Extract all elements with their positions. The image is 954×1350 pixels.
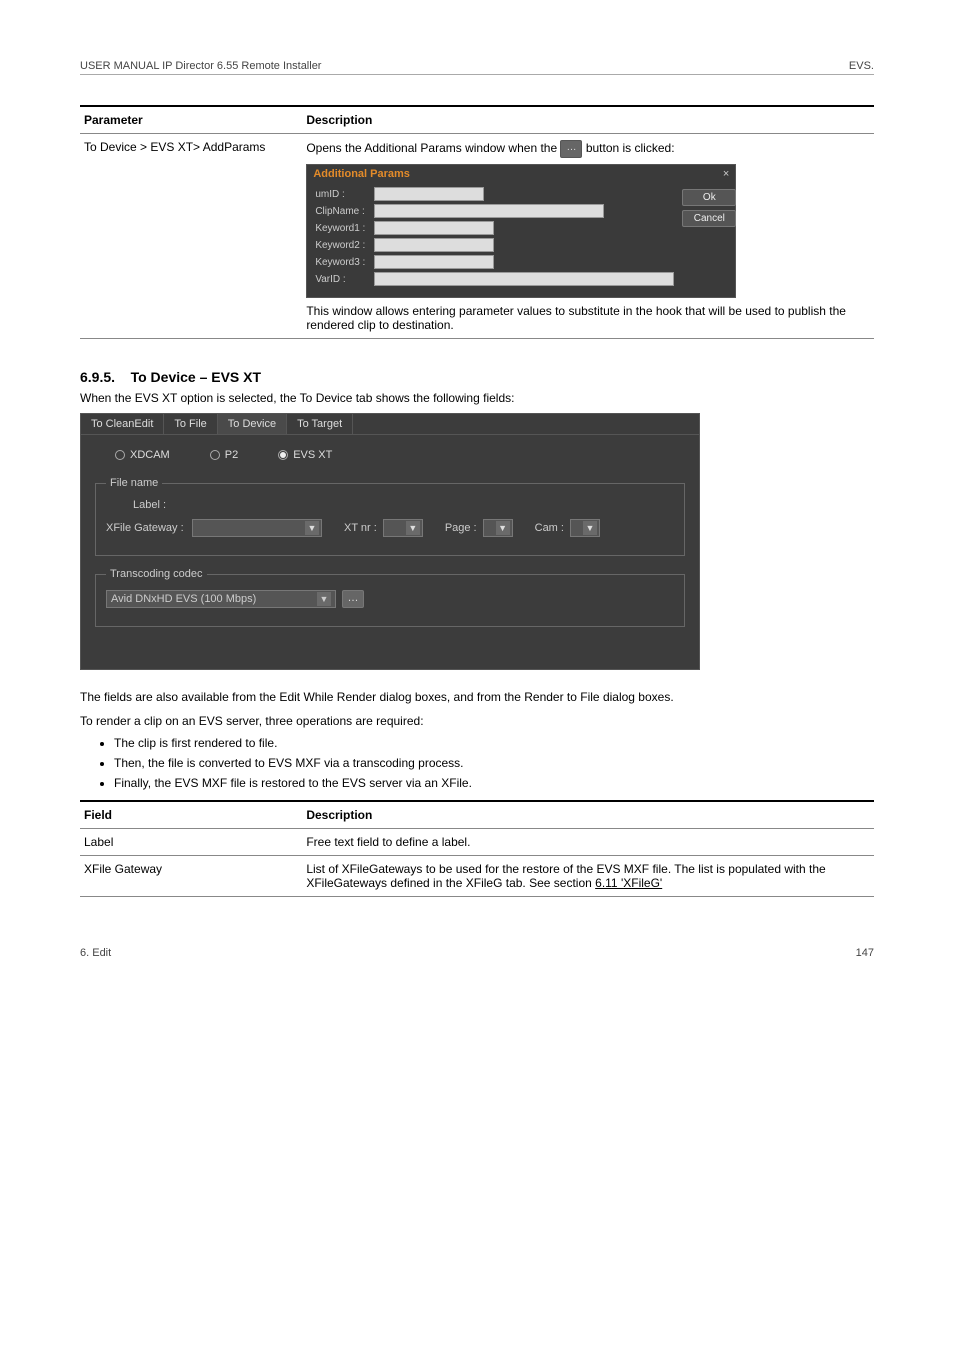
footer-right: 147 xyxy=(856,947,874,959)
tab-to-file[interactable]: To File xyxy=(164,414,217,434)
see-link[interactable]: 6.11 'XFileG' xyxy=(595,876,662,890)
chevron-down-icon: ▼ xyxy=(496,521,510,535)
page-label: Page : xyxy=(445,522,477,534)
chevron-down-icon: ▼ xyxy=(406,521,420,535)
filename-legend: File name xyxy=(106,477,162,489)
radio-evsxt-label: EVS XT xyxy=(293,449,332,461)
ok-button[interactable]: Ok xyxy=(682,189,736,206)
tab-to-target[interactable]: To Target xyxy=(287,414,353,434)
to-device-screenshot: To CleanEdit To File To Device To Target… xyxy=(80,413,700,670)
chevron-down-icon: ▼ xyxy=(583,521,597,535)
section-intro: When the EVS XT option is selected, the … xyxy=(80,391,874,405)
radio-xdcam-label: XDCAM xyxy=(130,449,170,461)
params-after-dialog-text: This window allows entering parameter va… xyxy=(306,304,870,332)
chevron-down-icon: ▼ xyxy=(317,592,331,606)
fields-row-xfile-desc: List of XFileGateways to be used for the… xyxy=(302,856,874,897)
codec-ellipsis-button[interactable]: … xyxy=(342,590,364,608)
params-row-desc: Opens the Additional Params window when … xyxy=(302,134,874,339)
codec-value: Avid DNxHD EVS (100 Mbps) xyxy=(111,593,311,605)
keyword2-input[interactable] xyxy=(374,238,494,252)
params-th-parameter: Parameter xyxy=(80,106,302,134)
tab-to-cleanedit[interactable]: To CleanEdit xyxy=(81,414,164,434)
xfile-dropdown[interactable]: ▼ xyxy=(192,519,322,537)
bullet-intro: To render a clip on an EVS server, three… xyxy=(80,714,874,728)
fields-xfile-desc-text: List of XFileGateways to be used for the… xyxy=(306,862,825,890)
params-row-param: To Device > EVS XT> AddParams xyxy=(80,134,302,339)
list-item: Then, the file is converted to EVS MXF v… xyxy=(114,756,874,770)
varid-input[interactable] xyxy=(374,272,674,286)
cancel-button[interactable]: Cancel xyxy=(682,210,736,227)
params-th-description: Description xyxy=(302,106,874,134)
list-item: The clip is first rendered to file. xyxy=(114,736,874,750)
keyword3-label: Keyword3 : xyxy=(315,257,370,268)
keyword1-label: Keyword1 : xyxy=(315,223,370,234)
header-left: USER MANUAL IP Director 6.55 Remote Inst… xyxy=(80,60,321,72)
xfile-label: XFile Gateway : xyxy=(106,522,186,534)
params-desc-before: Opens the Additional Params window when … xyxy=(306,141,560,155)
keyword2-label: Keyword2 : xyxy=(315,240,370,251)
section-number: 6.9.5. xyxy=(80,369,115,385)
after-shot-text: The fields are also available from the E… xyxy=(80,690,874,704)
varid-label: VarID : xyxy=(315,274,370,285)
additional-params-dialog: Additional Params × umID : ClipName : xyxy=(306,164,736,298)
umid-label: umID : xyxy=(315,189,370,200)
radio-p2[interactable]: P2 xyxy=(210,449,238,461)
radio-icon xyxy=(115,450,125,460)
keyword1-input[interactable] xyxy=(374,221,494,235)
fields-row-label-desc: Free text field to define a label. xyxy=(302,829,874,856)
radio-p2-label: P2 xyxy=(225,449,238,461)
params-table: Parameter Description To Device > EVS XT… xyxy=(80,105,874,339)
fields-row-xfile: XFile Gateway xyxy=(80,856,302,897)
clipname-input[interactable] xyxy=(374,204,604,218)
fields-th-field: Field xyxy=(80,801,302,829)
dialog-title: Additional Params xyxy=(313,168,410,180)
radio-icon xyxy=(278,450,288,460)
fields-table: Field Description Label Free text field … xyxy=(80,800,874,897)
label-label: Label : xyxy=(106,499,166,511)
radio-xdcam[interactable]: XDCAM xyxy=(115,449,170,461)
xtnr-dropdown[interactable]: ▼ xyxy=(383,519,423,537)
list-item: Finally, the EVS MXF file is restored to… xyxy=(114,776,874,790)
ellipsis-icon: … xyxy=(560,140,582,158)
header-right: EVS. xyxy=(849,60,874,72)
radio-icon xyxy=(210,450,220,460)
page-dropdown[interactable]: ▼ xyxy=(483,519,513,537)
params-desc-after: button is clicked: xyxy=(586,141,675,155)
umid-input[interactable] xyxy=(374,187,484,201)
fields-th-desc: Description xyxy=(302,801,874,829)
cam-label: Cam : xyxy=(535,522,564,534)
tab-to-device[interactable]: To Device xyxy=(218,414,287,434)
codec-group: Transcoding codec Avid DNxHD EVS (100 Mb… xyxy=(95,568,685,627)
filename-group: File name Label : XFile Gateway : ▼ XT n… xyxy=(95,477,685,556)
radio-evs-xt[interactable]: EVS XT xyxy=(278,449,332,461)
clipname-label: ClipName : xyxy=(315,206,370,217)
keyword3-input[interactable] xyxy=(374,255,494,269)
chevron-down-icon: ▼ xyxy=(305,521,319,535)
xtnr-label: XT nr : xyxy=(344,522,377,534)
section-title: To Device – EVS XT xyxy=(131,369,261,385)
fields-row-label: Label xyxy=(80,829,302,856)
close-icon[interactable]: × xyxy=(723,168,729,180)
footer-left: 6. Edit xyxy=(80,947,111,959)
bullet-list: The clip is first rendered to file. Then… xyxy=(114,736,874,790)
cam-dropdown[interactable]: ▼ xyxy=(570,519,600,537)
codec-legend: Transcoding codec xyxy=(106,568,207,580)
codec-dropdown[interactable]: Avid DNxHD EVS (100 Mbps) ▼ xyxy=(106,590,336,608)
